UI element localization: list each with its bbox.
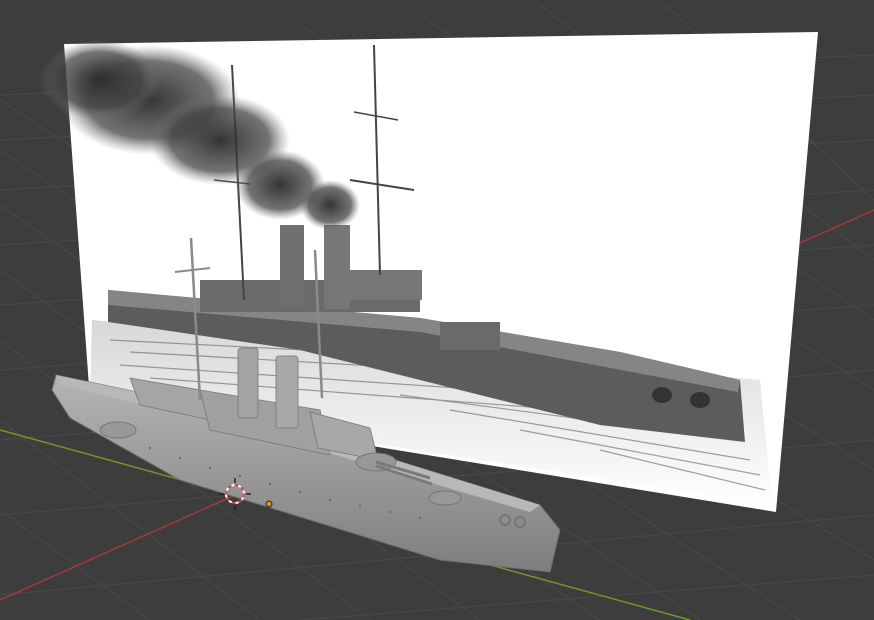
object-origin-icon — [265, 500, 273, 508]
3d-viewport[interactable] — [0, 0, 874, 620]
viewport-canvas — [0, 0, 874, 620]
